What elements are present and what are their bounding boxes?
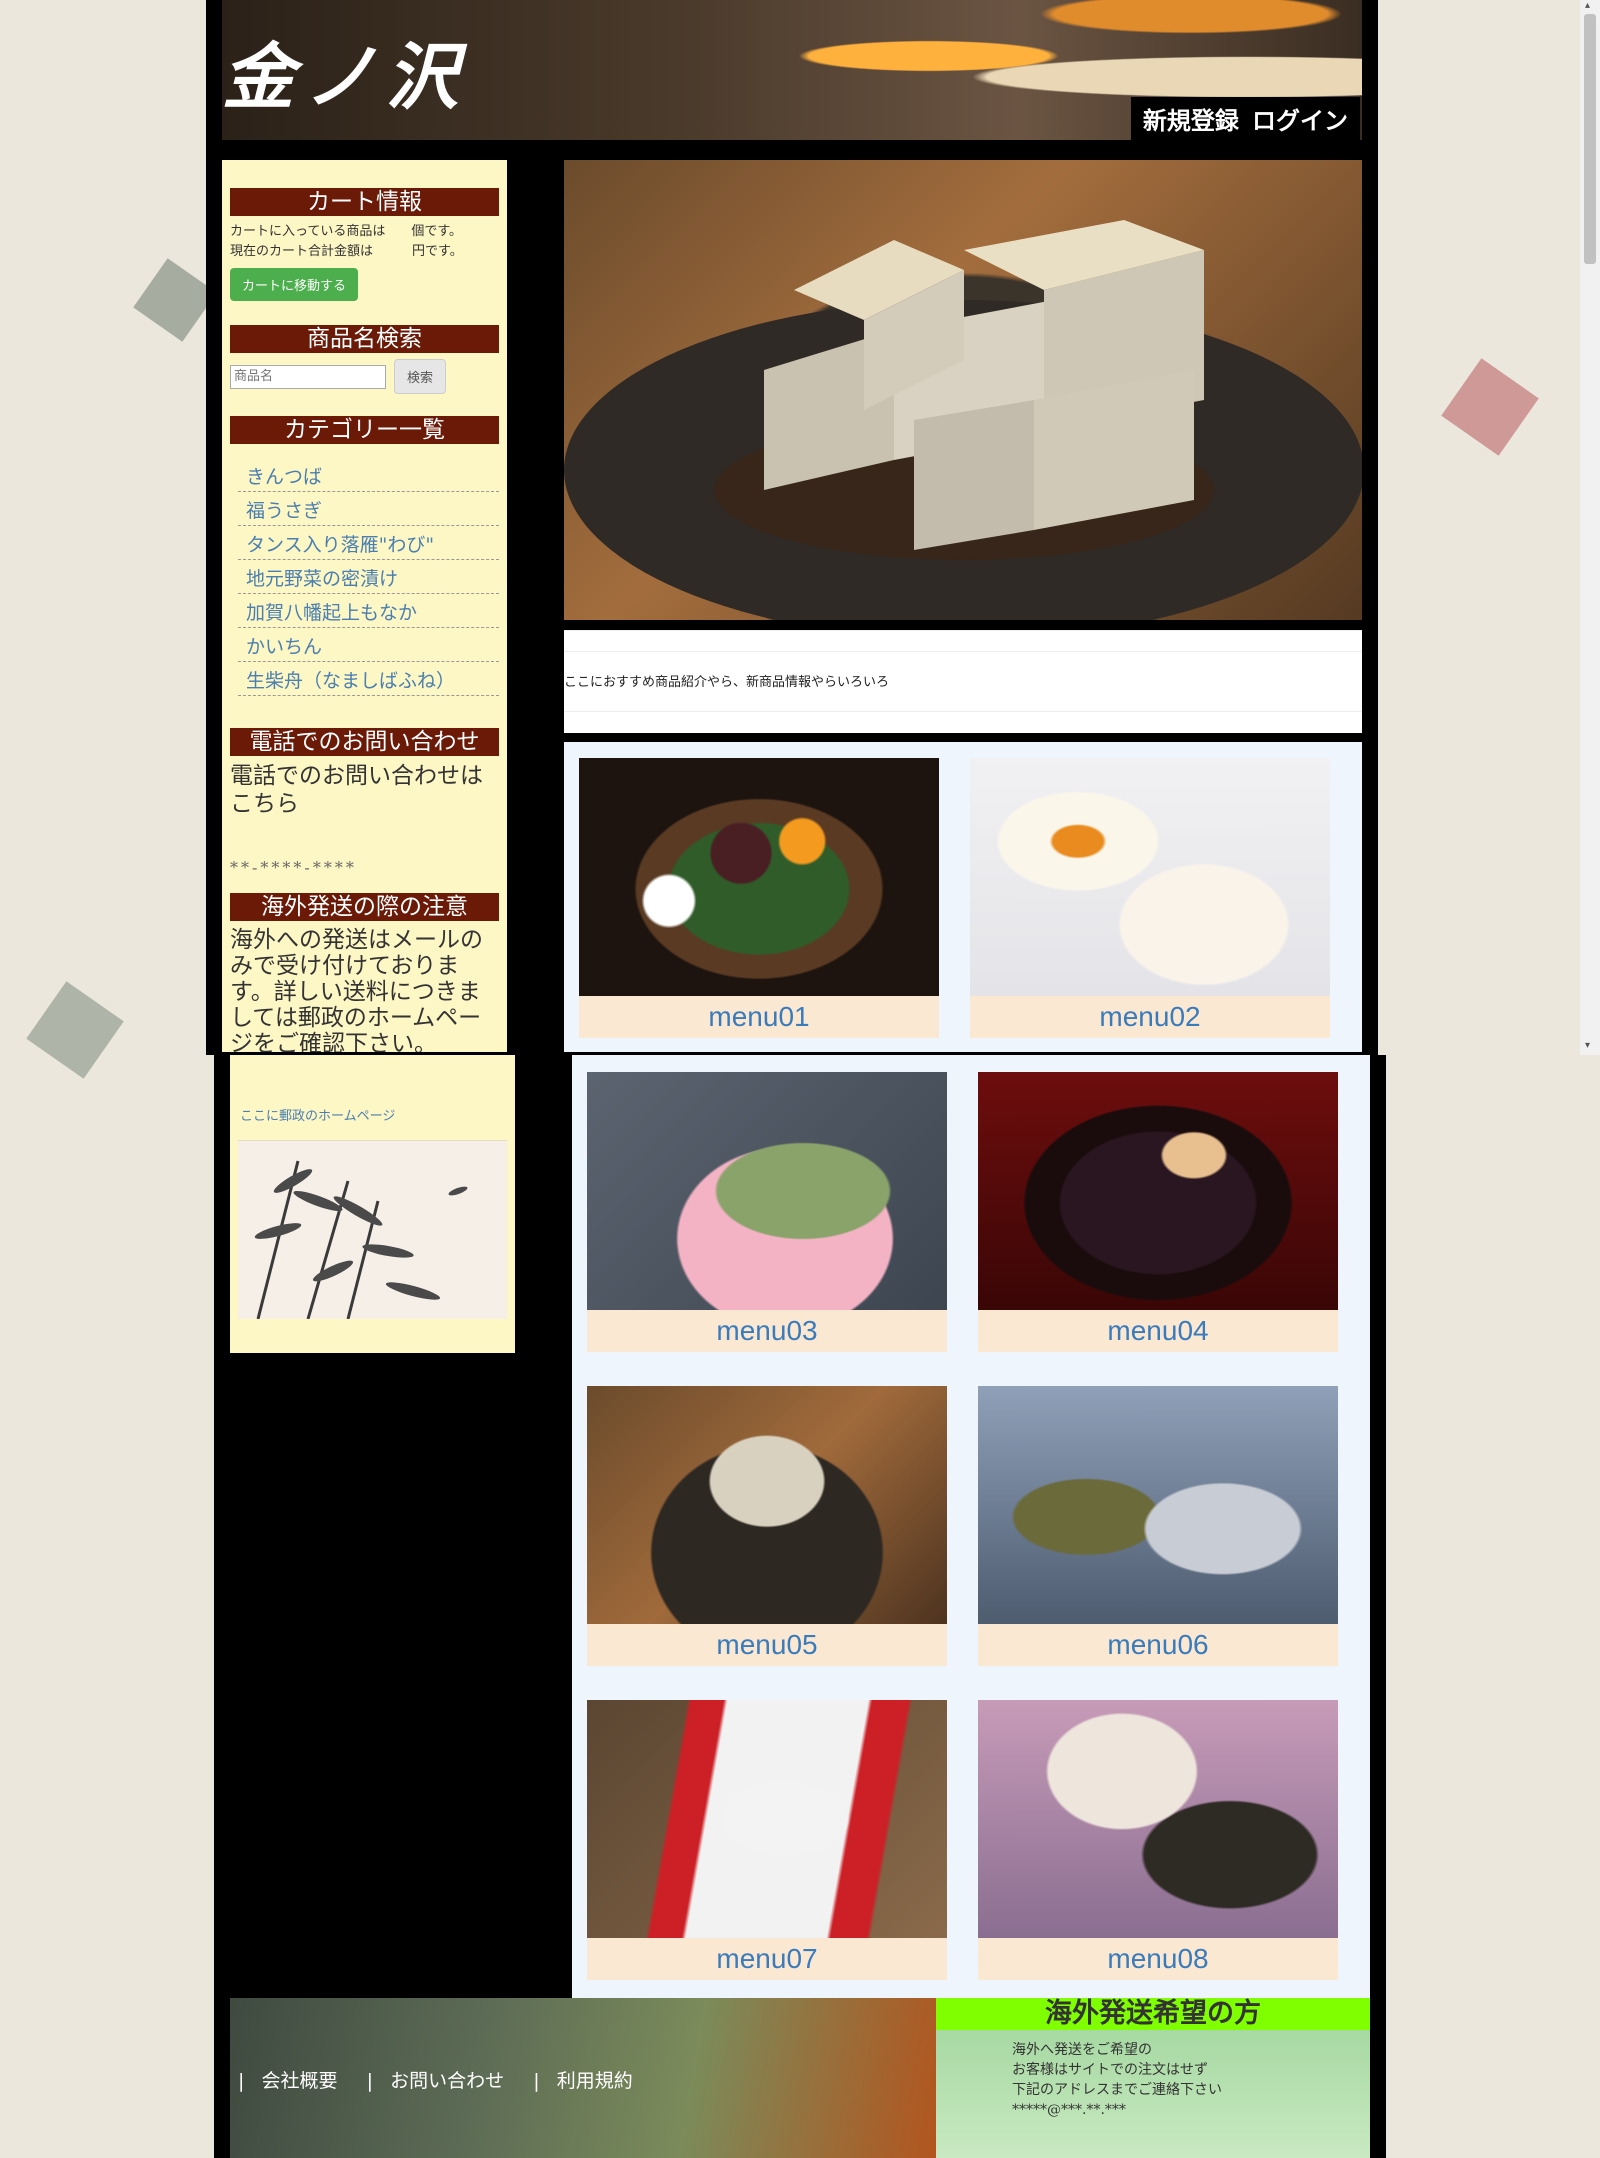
site-logo[interactable]: 金ノ沢	[222, 18, 468, 123]
menu-label[interactable]: menu07	[587, 1938, 947, 1980]
footer-link-terms[interactable]: 利用規約	[557, 2070, 633, 2092]
category-item[interactable]: かいちん	[238, 628, 499, 662]
scroll-up-icon[interactable]: ▴	[1585, 0, 1590, 11]
footer-overseas-box: 海外発送希望の方 海外へ発送をご希望の お客様はサイトでの注文はせず 下記のアド…	[936, 1998, 1370, 2158]
site-header: 金ノ沢 新規登録 ログイン	[222, 0, 1362, 140]
phone-inquiry-text: 電話でのお問い合わせはこちら	[230, 763, 483, 817]
cart-total-text: 現在のカート合計金額は 円です。	[230, 244, 463, 259]
overseas-email[interactable]: *****@***.**.***	[1012, 2100, 1370, 2120]
postal-homepage-link[interactable]: ここに郵政のホームページ	[240, 1105, 505, 1124]
warabimochi-illustration	[564, 220, 1362, 620]
overseas-order-line: 下記のアドレスまでご連絡下さい	[1012, 2082, 1222, 2098]
category-list: きんつば 福うさぎ タンス入り落雁"わび" 地元野菜の密漬け 加賀八幡起上もなか…	[238, 458, 499, 696]
footer-separator: |	[533, 2070, 540, 2092]
overseas-order-line: 海外へ発送をご希望の	[1012, 2042, 1152, 2058]
overseas-notice-heading: 海外発送の際の注意	[230, 893, 499, 921]
phone-number: **-****-****	[230, 858, 357, 877]
register-link[interactable]: 新規登録	[1143, 107, 1239, 135]
menu-card[interactable]: menu01	[579, 758, 939, 1038]
menu-image[interactable]	[579, 758, 939, 996]
menu-card[interactable]: menu06	[978, 1386, 1338, 1666]
category-item[interactable]: 地元野菜の密漬け	[238, 560, 499, 594]
menu-image[interactable]	[587, 1072, 947, 1310]
menu-card[interactable]: menu08	[978, 1700, 1338, 1980]
footer-link-contact[interactable]: お問い合わせ	[390, 2070, 504, 2092]
category-list-heading: カテゴリー一覧	[230, 416, 499, 444]
menu-image[interactable]	[978, 1386, 1338, 1624]
product-search-heading: 商品名検索	[230, 325, 499, 353]
footer-separator: |	[238, 2070, 245, 2092]
search-row: 検索	[230, 359, 499, 394]
scrollbar-thumb[interactable]	[1584, 14, 1596, 264]
overseas-order-line: お客様はサイトでの注文はせず	[1012, 2062, 1208, 2078]
cart-count-text: カートに入っている商品は 個です。	[230, 224, 463, 239]
category-item[interactable]: 福うさぎ	[238, 492, 499, 526]
go-to-cart-button[interactable]: カートに移動する	[230, 268, 359, 301]
overseas-order-heading: 海外発送希望の方	[936, 1998, 1370, 2030]
menu-label[interactable]: menu05	[587, 1624, 947, 1666]
footer-separator: |	[366, 2070, 374, 2092]
hero-image	[564, 160, 1362, 620]
menu-label[interactable]: menu08	[978, 1938, 1338, 1980]
auth-links: 新規登録 ログイン	[1130, 97, 1360, 140]
divider	[564, 651, 1362, 652]
site-footer: | 会社概要 | お問い合わせ | 利用規約 海外発送希望の方 海外へ発送をご希…	[230, 1998, 1370, 2158]
overseas-order-text: 海外へ発送をご希望の お客様はサイトでの注文はせず 下記のアドレスまでご連絡下さ…	[1012, 2040, 1370, 2120]
menu-label[interactable]: menu02	[970, 996, 1330, 1038]
category-item[interactable]: 加賀八幡起上もなか	[238, 594, 499, 628]
footer-link-company[interactable]: 会社概要	[262, 2070, 338, 2092]
category-item[interactable]: タンス入り落雁"わび"	[238, 526, 499, 560]
vertical-scrollbar[interactable]: ▴ ▾	[1580, 0, 1600, 1055]
menu-label[interactable]: menu06	[978, 1624, 1338, 1666]
paper-spot-decoration	[26, 981, 124, 1079]
menu-label[interactable]: menu03	[587, 1310, 947, 1352]
intro-text: ここにおすすめ商品紹介やら、新商品情報やらいろいろ	[564, 675, 890, 690]
footer-nav-area: | 会社概要 | お問い合わせ | 利用規約	[230, 1998, 936, 2158]
menu-card[interactable]: menu04	[978, 1072, 1338, 1352]
menu-grid: menu01 menu02	[564, 742, 1362, 1052]
bamboo-ink-painting	[238, 1140, 507, 1320]
menu-card[interactable]: menu02	[970, 758, 1330, 1038]
login-link[interactable]: ログイン	[1252, 107, 1348, 135]
phone-inquiry-heading: 電話でのお問い合わせ	[230, 728, 499, 756]
divider	[564, 711, 1362, 712]
menu-image[interactable]	[587, 1386, 947, 1624]
menu-grid-continued: menu03 menu04 menu05 menu06 menu07 menu0…	[572, 1055, 1370, 2000]
intro-box: ここにおすすめ商品紹介やら、新商品情報やらいろいろ	[564, 630, 1362, 733]
menu-image[interactable]	[970, 758, 1330, 996]
menu-label[interactable]: menu01	[579, 996, 939, 1038]
menu-card[interactable]: menu05	[587, 1386, 947, 1666]
category-item[interactable]: 生柴舟（なましばふね）	[238, 662, 499, 696]
cart-info-heading: カート情報	[230, 188, 499, 216]
menu-card[interactable]: menu03	[587, 1072, 947, 1352]
menu-image[interactable]	[978, 1700, 1338, 1938]
menu-label[interactable]: menu04	[978, 1310, 1338, 1352]
product-search-input[interactable]	[230, 364, 386, 389]
overseas-notice-text: 海外への発送はメールのみで受け付けております。詳しい送料につきましては郵政のホー…	[230, 927, 483, 1052]
menu-card[interactable]: menu07	[587, 1700, 947, 1980]
menu-image[interactable]	[978, 1072, 1338, 1310]
sidebar-continued: ここに郵政のホームページ	[230, 1055, 515, 1353]
footer-nav: | 会社概要 | お問い合わせ | 利用規約	[238, 2066, 657, 2093]
bamboo-image	[254, 1160, 468, 1320]
paper-spot-decoration	[1441, 358, 1539, 456]
scroll-down-icon[interactable]: ▾	[1585, 1040, 1590, 1051]
menu-image[interactable]	[587, 1700, 947, 1938]
category-item[interactable]: きんつば	[238, 458, 499, 492]
paper-spot-decoration	[133, 258, 217, 342]
search-button[interactable]: 検索	[394, 359, 447, 394]
sidebar: カート情報 カートに入っている商品は 個です。 現在のカート合計金額は 円です。…	[222, 160, 507, 1052]
